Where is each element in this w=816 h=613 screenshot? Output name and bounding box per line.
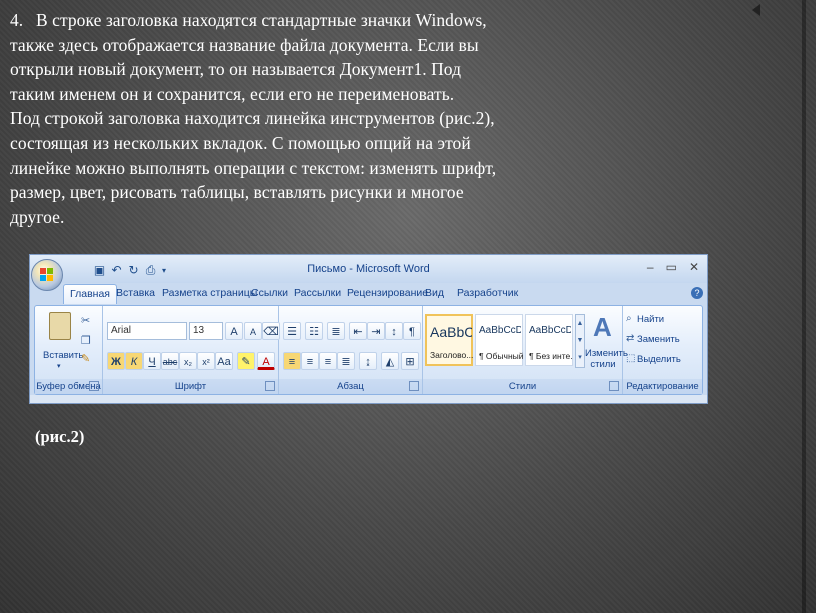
paragraph-number: 4. [10, 10, 24, 30]
copy-icon[interactable]: ❐ [81, 334, 91, 347]
ribbon: Вставить ▾ ✂ ❐ ✎ Буфер обмена Arial 13 A… [34, 305, 703, 395]
paragraph-line: другое. [10, 206, 65, 227]
tab-mailings[interactable]: Рассылки [294, 287, 341, 299]
justify-icon[interactable]: ≣ [337, 352, 355, 370]
shrink-font-icon[interactable]: A [244, 322, 262, 340]
ruler-strip [30, 395, 707, 403]
paste-button[interactable]: Вставить [43, 350, 83, 361]
superscript-icon[interactable]: x² [197, 352, 215, 370]
figure-caption: (рис.2) [35, 427, 85, 446]
dialog-launcher-icon[interactable] [609, 381, 619, 391]
group-font: Arial 13 A A ⌫ Ж К Ч abc x₂ x² Aa ✎ A Шр… [103, 306, 280, 394]
dialog-launcher-icon[interactable] [265, 381, 275, 391]
change-case-icon[interactable]: Aa [215, 352, 233, 370]
replace-button[interactable]: Заменить [637, 334, 680, 345]
tab-references[interactable]: Ссылки [251, 287, 288, 299]
tab-page-layout[interactable]: Разметка страницы [162, 287, 257, 299]
format-painter-icon[interactable]: ✎ [81, 352, 90, 365]
tab-view[interactable]: Вид [425, 287, 444, 299]
title-bar: ▣ ↶ ↻ ⎙ ▾ Письмо - Microsoft Word – ▭ ✕ [30, 255, 707, 283]
font-color-icon[interactable]: A [257, 352, 275, 370]
paste-icon [49, 312, 71, 340]
find-button[interactable]: Найти [637, 314, 664, 325]
paragraph-line: состоящая из нескольких вкладок. С помощ… [10, 132, 471, 153]
group-label: Шрифт [103, 379, 278, 394]
decrease-indent-icon[interactable]: ⇤ [349, 322, 367, 340]
paragraph-line: также здесь отображается название файла … [10, 34, 479, 55]
align-right-icon[interactable]: ≡ [319, 352, 337, 370]
group-label: Стили [423, 379, 622, 394]
find-icon: ⌕ [626, 313, 632, 324]
office-logo-icon [40, 268, 54, 282]
group-editing: Найти ⌕ Заменить ⇄ Выделить ⬚ Редактиров… [623, 306, 702, 394]
paragraph-line: размер, цвет, рисовать таблицы, вставлят… [10, 182, 464, 203]
change-styles-button[interactable]: Изменить стили [585, 348, 628, 370]
increase-indent-icon[interactable]: ⇥ [367, 322, 385, 340]
font-size-field[interactable]: 13 [189, 322, 223, 340]
window-controls: – ▭ ✕ [647, 260, 699, 274]
bold-icon[interactable]: Ж [107, 352, 125, 370]
paragraph-line: линейке можно выполнять операции с текст… [10, 157, 497, 178]
change-styles-icon: A [593, 312, 612, 342]
subscript-icon[interactable]: x₂ [179, 352, 197, 370]
group-styles: AaBbCc Заголово... AaBbCcDc ¶ Обычный Aa… [423, 306, 628, 394]
tab-home[interactable]: Главная [63, 284, 117, 304]
close-button[interactable]: ✕ [689, 260, 699, 274]
multilevel-list-icon[interactable]: ≣ [327, 322, 345, 340]
line-spacing-icon[interactable]: ↨ [359, 352, 377, 370]
maximize-button[interactable]: ▭ [666, 260, 677, 274]
group-clipboard: Вставить ▾ ✂ ❐ ✎ Буфер обмена [35, 306, 103, 394]
show-marks-icon[interactable]: ¶ [403, 322, 421, 340]
align-left-icon[interactable]: ≡ [283, 352, 301, 370]
align-center-icon[interactable]: ≡ [301, 352, 319, 370]
underline-icon[interactable]: Ч [143, 352, 161, 370]
styles-scroll[interactable]: ▲ ▼ ▾ [575, 314, 585, 368]
bullets-icon[interactable]: ☰ [283, 322, 301, 340]
ribbon-tabs: Главная Вставка Разметка страницы Ссылки… [30, 283, 707, 305]
paragraph-line: таким именем он и сохранится, если его н… [10, 83, 455, 104]
select-button[interactable]: Выделить [637, 354, 681, 365]
replace-icon: ⇄ [626, 333, 635, 344]
clear-formatting-icon[interactable]: ⌫ [262, 322, 280, 340]
highlight-icon[interactable]: ✎ [237, 352, 255, 370]
cut-icon[interactable]: ✂ [81, 314, 90, 327]
grow-font-icon[interactable]: A [225, 322, 243, 340]
style-no-spacing[interactable]: AaBbCcDc ¶ Без инте... [525, 314, 573, 366]
numbering-icon[interactable]: ☷ [305, 322, 323, 340]
tab-review[interactable]: Рецензирование [347, 287, 428, 299]
slide-body-text: 4. В строке заголовка находятся стандартн… [10, 8, 600, 229]
group-label: Абзац [279, 379, 422, 394]
borders-icon[interactable]: ⊞ [401, 352, 419, 370]
tab-insert[interactable]: Вставка [116, 287, 155, 299]
sort-icon[interactable]: ↕ [385, 322, 403, 340]
tab-developer[interactable]: Разработчик [457, 287, 518, 299]
office-button[interactable] [31, 259, 63, 291]
strikethrough-icon[interactable]: abc [161, 352, 179, 370]
word-window-screenshot: ▣ ↶ ↻ ⎙ ▾ Письмо - Microsoft Word – ▭ ✕ … [29, 254, 708, 404]
group-paragraph: ☰ ☷ ≣ ⇤ ⇥ ↕ ¶ ≡ ≡ ≡ ≣ ↨ ◭ ⊞ Абзац [279, 306, 423, 394]
paragraph-line: открыли новый документ, то он называется… [10, 59, 462, 80]
style-heading[interactable]: AaBbCc Заголово... [425, 314, 473, 366]
shading-icon[interactable]: ◭ [381, 352, 399, 370]
slide-marker-icon [752, 4, 760, 16]
dialog-launcher-icon[interactable] [409, 381, 419, 391]
paragraph-line: Под строкой заголовка находится линейка … [10, 108, 495, 129]
window-title: Письмо - Microsoft Word [307, 263, 430, 275]
help-icon[interactable]: ? [691, 287, 703, 299]
group-label: Редактирование [623, 379, 702, 394]
italic-icon[interactable]: К [125, 352, 143, 370]
select-icon: ⬚ [626, 353, 636, 364]
dialog-launcher-icon[interactable] [89, 381, 99, 391]
style-normal[interactable]: AaBbCcDc ¶ Обычный [475, 314, 523, 366]
minimize-button[interactable]: – [647, 260, 654, 274]
paragraph-line: 4. В строке заголовка находятся стандартн… [10, 8, 600, 33]
font-name-field[interactable]: Arial [107, 322, 187, 340]
